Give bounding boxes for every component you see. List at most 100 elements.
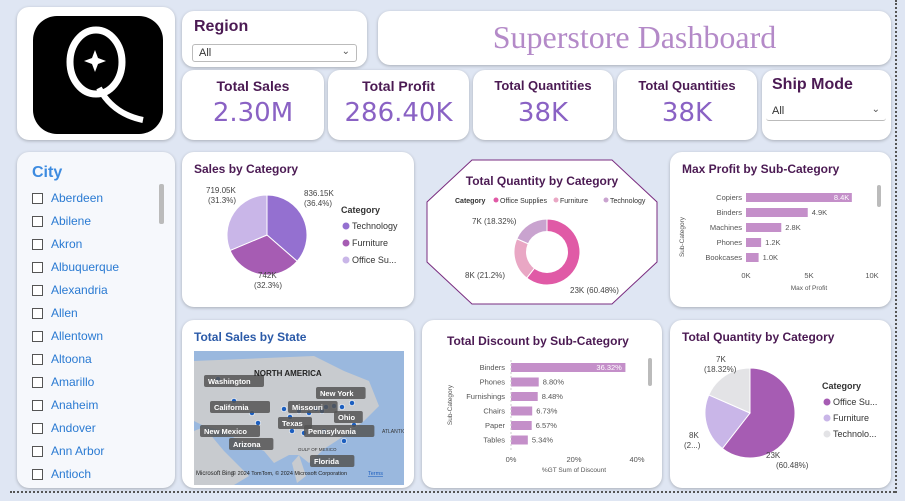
checkbox[interactable] bbox=[32, 353, 43, 365]
bar bbox=[746, 223, 782, 232]
kpi-total-profit: Total Profit 286.40K bbox=[328, 70, 469, 140]
map-state-label: Washington bbox=[208, 377, 251, 386]
city-item[interactable]: Antioch bbox=[32, 465, 91, 483]
city-item[interactable]: Allen bbox=[32, 304, 78, 322]
discount-bar-chart: Binders 36.32% Phones 8.80% Furnishings 8.48%… bbox=[447, 360, 645, 474]
us-sales-map[interactable]: Washington New York California Missouri Ohio… bbox=[194, 351, 404, 485]
chevron-down-icon: ⌄ bbox=[871, 104, 880, 115]
city-item[interactable]: Abilene bbox=[32, 212, 91, 230]
city-item[interactable]: Amarillo bbox=[32, 373, 94, 391]
kpi-value: 286.40K bbox=[344, 98, 453, 128]
city-item[interactable]: Alexandria bbox=[32, 281, 108, 299]
kpi-title: Total Quantities bbox=[638, 78, 736, 93]
scrollbar[interactable] bbox=[877, 185, 881, 207]
legend-marker bbox=[603, 197, 609, 203]
city-item-label: Allen bbox=[51, 306, 78, 320]
data-label: (60.48%) bbox=[776, 461, 809, 470]
legend-marker bbox=[342, 222, 350, 230]
ship-mode-slicer[interactable]: Ship Mode All ⌄ bbox=[762, 70, 891, 140]
map-terms-link: Terms bbox=[368, 471, 383, 477]
bar bbox=[511, 435, 528, 445]
data-label: 836.15K bbox=[304, 189, 334, 198]
checkbox[interactable] bbox=[32, 284, 43, 296]
map-bubble bbox=[339, 404, 345, 410]
map-credit: © 2024 TomTom, © 2024 Microsoft Corporat… bbox=[232, 470, 347, 477]
title-card: Superstore Dashboard bbox=[378, 11, 891, 65]
legend-label: Furniture bbox=[833, 413, 869, 423]
region-slicer[interactable]: Region All ⌄ bbox=[182, 11, 367, 67]
quantity-pie-visual: Total Quantity by Category 7K (18.32%) 8K(… bbox=[670, 320, 891, 488]
category-label: Tables bbox=[483, 436, 505, 445]
data-label: 7K bbox=[716, 355, 726, 364]
map-state-label: Arizona bbox=[233, 440, 261, 449]
city-item-label: Allentown bbox=[51, 329, 104, 343]
region-value: All bbox=[199, 47, 212, 59]
data-label: 36.32% bbox=[596, 363, 622, 372]
category-label: Phones bbox=[480, 378, 506, 387]
checkbox[interactable] bbox=[32, 468, 43, 480]
scrollbar[interactable] bbox=[159, 184, 164, 224]
checkbox[interactable] bbox=[32, 399, 43, 411]
chevron-down-icon: ⌄ bbox=[341, 46, 350, 57]
data-label: (2...) bbox=[684, 441, 701, 450]
data-label: 2.8K bbox=[785, 223, 800, 232]
city-item-label: Amarillo bbox=[51, 375, 95, 389]
quantity-donut-visual: Total Quantity by Category Category Offic… bbox=[422, 152, 662, 307]
legend-marker bbox=[553, 197, 559, 203]
checkbox[interactable] bbox=[32, 445, 43, 457]
map-state-label: Ohio bbox=[338, 413, 355, 422]
city-item-label: Aberdeen bbox=[51, 191, 104, 205]
city-item-label: Alexandria bbox=[51, 283, 108, 297]
city-item[interactable]: Anaheim bbox=[32, 396, 98, 414]
checkbox[interactable] bbox=[32, 376, 43, 388]
scrollbar[interactable] bbox=[648, 358, 652, 386]
city-item[interactable]: Ann Arbor bbox=[32, 442, 104, 460]
checkbox[interactable] bbox=[32, 422, 43, 434]
legend-label: Technolo... bbox=[833, 429, 877, 439]
axis-label: Sub-Category bbox=[679, 216, 686, 257]
legend-marker bbox=[823, 414, 831, 422]
bar bbox=[746, 238, 762, 247]
city-item[interactable]: Allentown bbox=[32, 327, 103, 345]
checkbox[interactable] bbox=[32, 215, 43, 227]
data-label: 8.80% bbox=[543, 378, 565, 387]
data-label: 5.34% bbox=[532, 436, 554, 445]
category-label: Binders bbox=[480, 363, 506, 372]
bar bbox=[511, 377, 539, 387]
kpi-value: 2.30M bbox=[212, 98, 294, 128]
city-label: City bbox=[32, 164, 63, 181]
city-item[interactable]: Albuquerque bbox=[32, 258, 119, 276]
city-item-label: Ann Arbor bbox=[51, 444, 105, 458]
category-label: Copiers bbox=[716, 193, 742, 202]
city-item[interactable]: Altoona bbox=[32, 350, 92, 368]
data-label: 4.9K bbox=[812, 208, 827, 217]
bar bbox=[511, 406, 533, 416]
checkbox[interactable] bbox=[32, 307, 43, 319]
city-item[interactable]: Aberdeen bbox=[32, 189, 103, 207]
visual-title: Total Sales by State bbox=[194, 330, 307, 344]
category-label: Furnishings bbox=[466, 392, 505, 401]
checkbox[interactable] bbox=[32, 238, 43, 250]
map-bubble bbox=[349, 400, 355, 406]
city-item-label: Akron bbox=[51, 237, 83, 251]
checkbox[interactable] bbox=[32, 261, 43, 273]
city-item[interactable]: Akron bbox=[32, 235, 82, 253]
bar bbox=[746, 253, 759, 262]
legend-title: Category bbox=[822, 381, 861, 391]
checkbox[interactable] bbox=[32, 192, 43, 204]
data-label: (31.3%) bbox=[208, 196, 236, 205]
map-state-label: Missouri bbox=[292, 403, 323, 412]
city-item[interactable]: Andover bbox=[32, 419, 96, 437]
page-border bbox=[895, 0, 897, 493]
region-dropdown[interactable]: All ⌄ bbox=[192, 44, 357, 62]
max-profit-bar-chart: Copiers 8.4K Binders 4.9K Machines 2.8K Phones… bbox=[679, 193, 879, 292]
kpi-total-sales: Total Sales 2.30M bbox=[182, 70, 324, 140]
data-label: 719.05K bbox=[206, 186, 236, 195]
map-bubble bbox=[289, 428, 295, 434]
checkbox[interactable] bbox=[32, 330, 43, 342]
tick-label: 5K bbox=[804, 271, 813, 280]
legend-marker bbox=[493, 197, 499, 203]
ship-mode-dropdown[interactable]: All ⌄ bbox=[766, 103, 886, 121]
data-label: (36.4%) bbox=[304, 199, 332, 208]
legend-label: Office Su... bbox=[833, 397, 877, 407]
